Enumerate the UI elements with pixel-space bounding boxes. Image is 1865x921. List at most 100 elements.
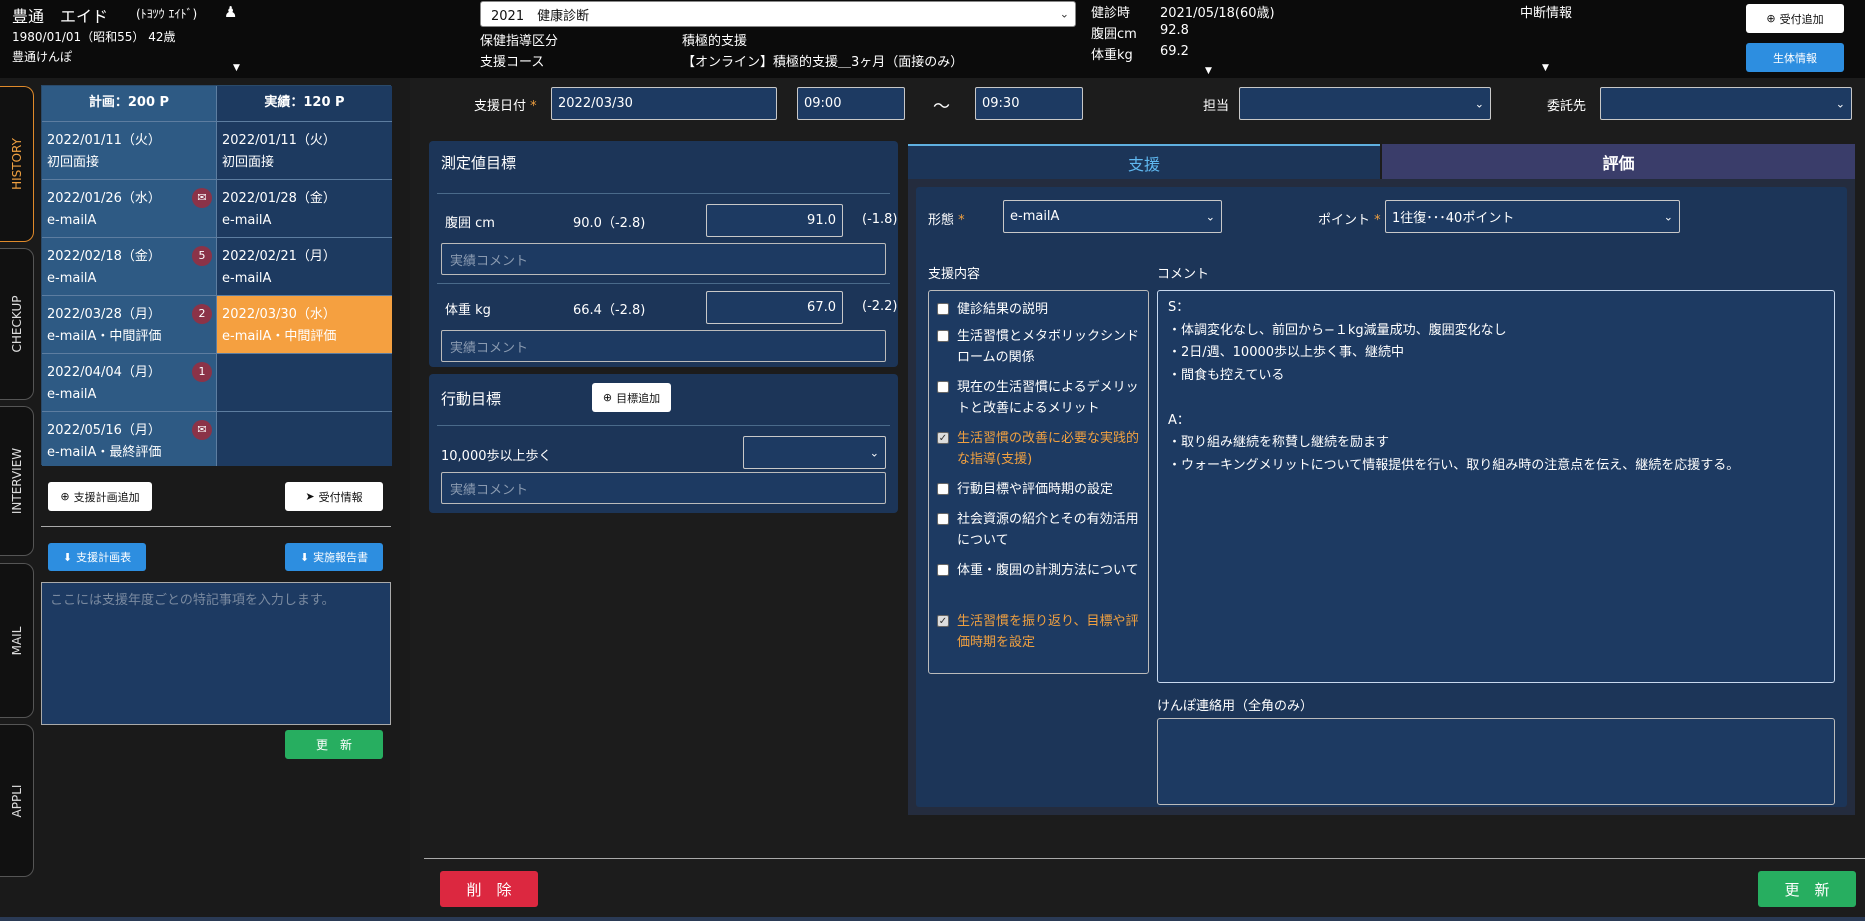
report-button[interactable]: ⬇ 実施報告書 xyxy=(285,543,383,571)
waist-comment-input[interactable]: 実績コメント xyxy=(441,243,886,275)
checkbox[interactable] xyxy=(937,330,949,342)
count-badge: 5 xyxy=(192,246,212,266)
time-to-input[interactable]: 09:30 xyxy=(975,87,1083,120)
goal-label: 10,000歩以上歩く xyxy=(441,449,552,464)
support-panel: 形態 * e-mailA ⌄ ポイント * 1往復･･･40ポイント ⌄ 支援内容 … xyxy=(916,187,1847,807)
action-title: 行動目標 xyxy=(441,390,502,408)
patient-header: 豊通 エイド (ﾄﾖﾂｳ ｴｲﾄﾞ) ♟ 1980/01/01（昭和55） 42… xyxy=(0,0,1865,78)
plan-cell[interactable]: 2022/01/26（水） e-mailA ✉ xyxy=(42,180,217,238)
weight-comment-input[interactable]: 実績コメント xyxy=(441,330,886,362)
checkbox-item[interactable]: 生活習慣とメタボリックシンドロームの関係 xyxy=(937,326,1142,368)
notes-textarea[interactable]: ここには支援年度ごとの特記事項を入力します。 xyxy=(41,582,391,725)
plan-cell[interactable]: 2022/01/11（火） 初回面接 xyxy=(42,122,217,180)
date-label: 支援日付 * xyxy=(474,99,537,114)
checkbox[interactable] xyxy=(937,513,949,525)
point-select[interactable]: 1往復･･･40ポイント ⌄ xyxy=(1385,200,1680,233)
weight-label: 体重 kg xyxy=(445,303,491,318)
date-input[interactable]: 2022/03/30 xyxy=(551,87,777,120)
checkbox[interactable] xyxy=(937,483,949,495)
checkbox[interactable] xyxy=(937,381,949,393)
checkbox-item[interactable]: 健診結果の説明 xyxy=(937,299,1142,320)
caret-down-icon[interactable]: ▼ xyxy=(1542,63,1549,73)
measure-title: 測定値目標 xyxy=(441,154,517,172)
consign-label: 委託先 xyxy=(1547,99,1587,114)
consign-select[interactable]: ⌄ xyxy=(1600,87,1852,120)
comment-line: ・ウォーキングメリットについて情報提供を行い、取り組み時の注意点を伝え、継続を応… xyxy=(1168,457,1740,473)
tab-appli[interactable]: APPLI xyxy=(0,724,34,877)
goal-select[interactable]: ⌄ xyxy=(743,436,886,469)
actual-cell[interactable]: 2022/01/28（金） e-mailA xyxy=(217,180,392,238)
plus-circle-icon: ⊕ xyxy=(1766,12,1776,25)
plan-cell[interactable]: 2022/03/28（月） e-mailA・中間評価 2 xyxy=(42,296,217,354)
comment-textarea[interactable]: S： ・体調変化なし、前回から−１kg減量成功、腹囲変化なし ・2日/週、100… xyxy=(1157,290,1835,683)
reception-add-button[interactable]: ⊕ 受付追加 xyxy=(1746,4,1844,33)
plan-cell[interactable]: 2022/05/16（月） e-mailA・最終評価 ✉ xyxy=(42,412,217,466)
arrow-circle-icon: ➤ xyxy=(305,490,315,503)
plan-cell[interactable]: 2022/02/18（金） e-mailA 5 xyxy=(42,238,217,296)
notes-update-button[interactable]: 更 新 xyxy=(285,730,383,759)
content-checklist: 健診結果の説明 生活習慣とメタボリックシンドロームの関係 現在の生活習慣によるデ… xyxy=(928,290,1149,674)
tab-history[interactable]: HISTORY xyxy=(0,86,34,242)
add-plan-button[interactable]: ⊕ 支援計画追加 xyxy=(48,482,152,511)
main-area: 支援日付 * 2022/03/30 09:00 〜 09:30 担当 ⌄ 委託先… xyxy=(410,78,1865,921)
checkbox-item[interactable]: 行動目標や評価時期の設定 xyxy=(937,479,1142,500)
update-button[interactable]: 更 新 xyxy=(1758,871,1856,907)
actual-cell-selected[interactable]: 2022/03/30（水） e-mailA・中間評価 xyxy=(217,296,392,354)
tab-mail[interactable]: MAIL xyxy=(0,563,34,718)
type-label: 形態 * xyxy=(928,213,965,228)
waist-input[interactable]: 91.0 xyxy=(706,204,843,237)
checkbox[interactable] xyxy=(937,564,949,576)
weight-input[interactable]: 67.0 xyxy=(706,291,843,324)
count-badge: 1 xyxy=(192,362,212,382)
checkbox-item[interactable]: 体重・腹囲の計測方法について xyxy=(937,560,1142,581)
comment-line: ・体調変化なし、前回から−１kg減量成功、腹囲変化なし xyxy=(1168,322,1507,338)
caret-down-icon[interactable]: ▼ xyxy=(1205,66,1212,76)
actual-points-header: 実績：120 P xyxy=(217,86,392,122)
plan-cell[interactable]: 2022/04/04（月） e-mailA 1 xyxy=(42,354,217,412)
reception-info-button[interactable]: ➤ 受付情報 xyxy=(285,482,383,511)
type-select[interactable]: e-mailA ⌄ xyxy=(1003,200,1222,233)
tab-checkup[interactable]: CHECKUP xyxy=(0,248,34,400)
guidance-value: 積極的支援 xyxy=(682,34,748,49)
comment-line: ・取り組み継続を称賛し継続を励ます xyxy=(1168,435,1390,450)
course-label: 支援コース xyxy=(480,55,545,70)
plan-sheet-button[interactable]: ⬇ 支援計画表 xyxy=(48,543,146,571)
point-label: ポイント * xyxy=(1318,213,1381,228)
content-label: 支援内容 xyxy=(928,267,981,282)
checkbox-item-checked[interactable]: ✓ 生活習慣を振り返り、目標や評価時期を設定 xyxy=(937,611,1142,653)
plan-points-header: 計画：200 P xyxy=(42,86,217,122)
kenpo-textarea[interactable] xyxy=(1157,718,1835,805)
actual-cell[interactable]: 2022/02/21（月） e-mailA xyxy=(217,238,392,296)
exam-select[interactable]: 2021 健康診断 ⌄ xyxy=(480,1,1076,27)
waist-value: 92.8 xyxy=(1160,23,1189,38)
weight-diff: (-2.2) xyxy=(862,299,898,314)
plus-circle-icon: ⊕ xyxy=(602,391,613,404)
goal-comment-input[interactable]: 実績コメント xyxy=(441,472,886,504)
delete-button[interactable]: 削 除 xyxy=(440,871,538,907)
tab-eval[interactable]: 評価 xyxy=(1382,144,1855,179)
checkbox[interactable] xyxy=(937,303,949,315)
actual-cell[interactable] xyxy=(217,412,392,466)
checkmark-icon[interactable]: ✓ xyxy=(937,432,949,444)
checkbox-item-checked[interactable]: ✓ 生活習慣の改善に必要な実践的な指導(支援) xyxy=(937,428,1142,470)
kenpo-label: けんぽ連絡用（全角のみ） xyxy=(1157,699,1314,714)
add-goal-button[interactable]: ⊕ 目標追加 xyxy=(592,383,671,412)
tab-support[interactable]: 支援 xyxy=(908,144,1380,179)
checkbox-item[interactable]: 現在の生活習慣によるデメリットと改善によるメリット xyxy=(937,377,1142,419)
tab-interview[interactable]: INTERVIEW xyxy=(0,406,34,556)
plan-table: 計画：200 P 実績：120 P 2022/01/11（火） 初回面接 2022… xyxy=(41,85,392,466)
chevron-down-icon: ⌄ xyxy=(1059,7,1069,21)
body-info-button[interactable]: 生体情報 xyxy=(1746,43,1844,72)
weight-value: 69.2 xyxy=(1160,44,1189,59)
staff-label: 担当 xyxy=(1203,99,1230,114)
actual-cell[interactable] xyxy=(217,354,392,412)
checkmark-icon[interactable]: ✓ xyxy=(937,615,949,627)
weight-label: 体重kg xyxy=(1091,48,1133,63)
staff-select[interactable]: ⌄ xyxy=(1239,87,1491,120)
time-from-input[interactable]: 09:00 xyxy=(797,87,905,120)
caret-down-icon[interactable]: ▼ xyxy=(233,63,240,73)
tilde: 〜 xyxy=(933,97,950,117)
divider xyxy=(437,283,890,284)
checkbox-item[interactable]: 社会資源の紹介とその有効活用について xyxy=(937,509,1142,551)
actual-cell[interactable]: 2022/01/11（火） 初回面接 xyxy=(217,122,392,180)
